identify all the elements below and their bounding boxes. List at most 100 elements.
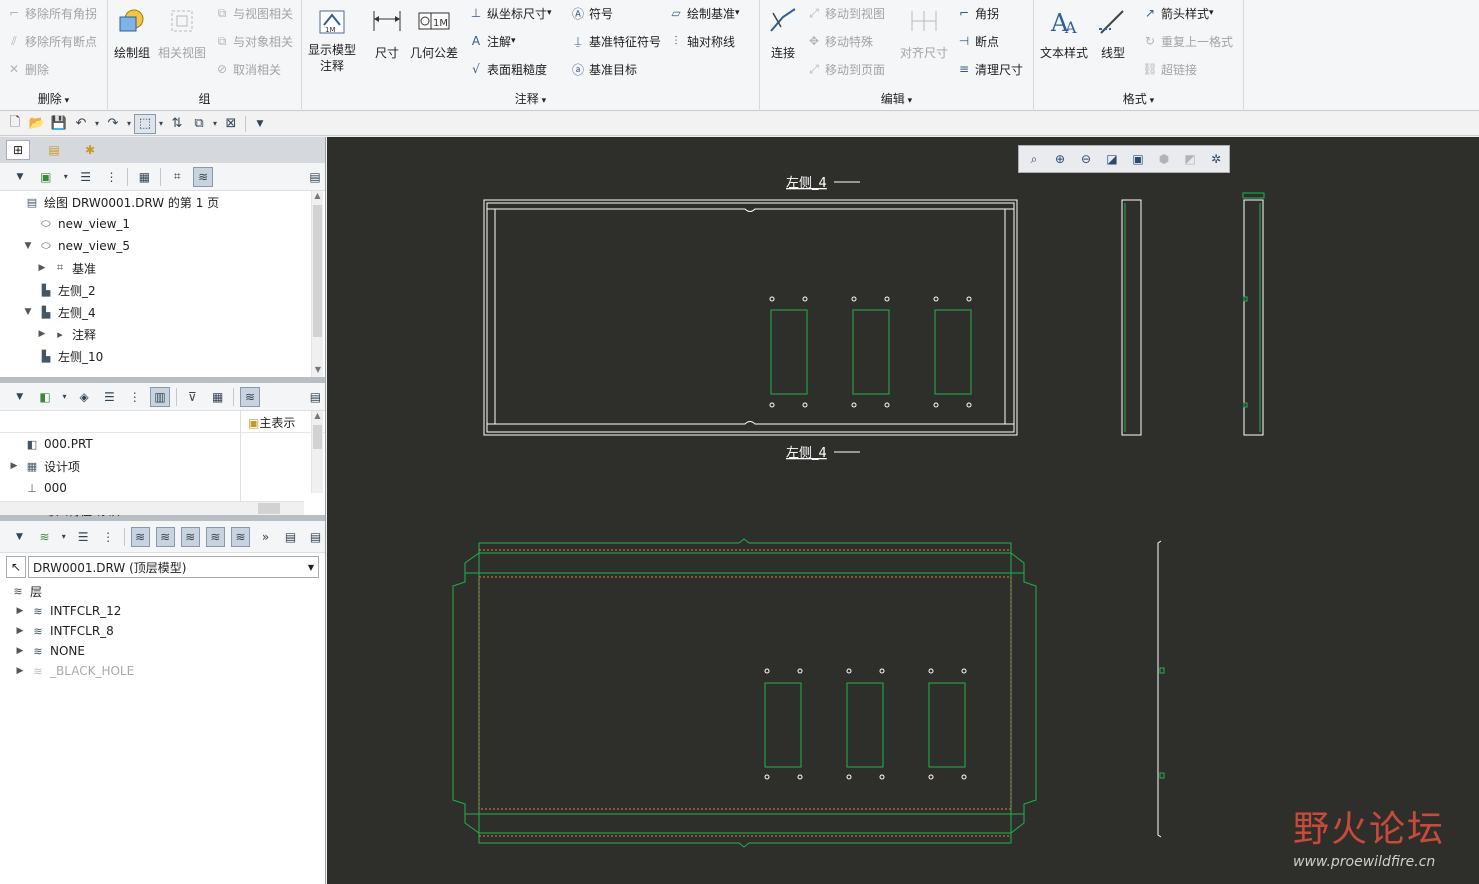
layer-item[interactable]: ▶ ≋ INTFCLR_8 [0, 621, 325, 641]
symbol-button[interactable]: Ⓐ 符号 [570, 2, 613, 24]
layer-model-dropdown[interactable]: DRW0001.DRW (顶层模型) ▼ [28, 556, 319, 578]
side-view-left[interactable] [1121, 199, 1142, 436]
draw-group-button[interactable]: 绘制组 [114, 4, 150, 61]
named-views-icon[interactable]: ◩ [1179, 148, 1201, 170]
collapse-all-icon[interactable]: ⋮ [102, 167, 122, 187]
view-frame-icon[interactable]: ⌗ [167, 167, 187, 187]
delete-button[interactable]: ✕ 删除 [6, 58, 49, 80]
new-file-icon[interactable]: 🗋 [4, 114, 26, 134]
column-header-main-rep[interactable]: ▣主表示 [248, 414, 295, 431]
layer-properties-icon[interactable]: ≋ [230, 526, 251, 547]
axis-symmetry-button[interactable]: ⫶ 轴对称线 [668, 30, 735, 52]
layer-item[interactable]: ▶ ≋ NONE [0, 641, 325, 661]
draft-datum-button[interactable]: ▱ 绘制基准 [668, 2, 740, 24]
unrelate-button[interactable]: ⊘ 取消相关 [214, 58, 281, 80]
selection-dropdown-icon[interactable]: ▾ [156, 114, 166, 134]
flat-pattern-view[interactable] [452, 538, 1037, 848]
columns-icon[interactable]: ▥ [150, 386, 170, 407]
scroll-down-icon[interactable]: ▼ [312, 365, 324, 377]
tree-twisty-icon[interactable]: ▼ [22, 307, 34, 317]
drawing-tree-icon[interactable]: ▣ [36, 167, 56, 187]
repeat-last-format-button[interactable]: ↻ 重复上一格式 [1142, 30, 1233, 52]
datum-target-button[interactable]: ⓐ 基准目标 [570, 58, 637, 80]
collapse-pane-icon[interactable]: ▼ [10, 167, 30, 187]
saved-views-icon[interactable]: ⬢ [1153, 148, 1175, 170]
view-label-top[interactable]: 左侧_4 [786, 176, 860, 191]
model-tree-hscrollbar[interactable] [0, 501, 304, 515]
group-label-annotate[interactable]: 注释 [302, 90, 759, 107]
move-special-button[interactable]: ✥ 移动特殊 [806, 30, 873, 52]
relate-to-object-button[interactable]: ⧉ 与对象相关 [214, 30, 293, 52]
model-tree-item[interactable]: ◧ 000.PRT [0, 433, 325, 455]
collapse-pane-icon[interactable]: ▼ [10, 527, 29, 547]
show-model-annotations-button[interactable]: 1M 显示模型 注释 [308, 4, 356, 74]
tree-twisty-icon[interactable]: ▶ [14, 646, 26, 656]
collapse-all-icon[interactable]: ⋮ [125, 387, 144, 407]
front-view-upper[interactable] [483, 199, 1018, 436]
hide-layer-icon[interactable]: ≋ [155, 526, 175, 547]
zoom-out-icon[interactable]: ⊖ [1075, 148, 1097, 170]
tree-twisty-icon[interactable]: ▶ [14, 606, 26, 616]
windows-icon[interactable]: ⧉ [188, 114, 210, 134]
layers-toggle-icon[interactable]: ≋ [193, 166, 214, 187]
geometric-tolerance-button[interactable]: 1M 几何公差 [410, 4, 458, 61]
flat-side-view[interactable] [1157, 540, 1165, 838]
drawing-tree-item[interactable]: ⬭ new_view_1 [0, 213, 325, 235]
dropdown-icon[interactable]: ▾ [61, 387, 69, 407]
drawing-tree-item[interactable]: ▶ ⌗ 基准 [0, 257, 325, 279]
tree-twisty-icon[interactable]: ▶ [14, 666, 26, 676]
tree-twisty-icon[interactable]: ▶ [14, 626, 26, 636]
windows-dropdown-icon[interactable]: ▾ [210, 114, 220, 134]
remove-all-breaks-button[interactable]: ⫽ 移除所有断点 [6, 30, 97, 52]
redo-dropdown-icon[interactable]: ▾ [124, 114, 134, 134]
select-pointer-icon[interactable]: ↖ [6, 556, 26, 578]
move-to-sheet-button[interactable]: ⤢ 移动到页面 [806, 58, 885, 80]
new-layer-icon[interactable]: ≋ [130, 526, 150, 547]
scroll-up-icon[interactable]: ▲ [312, 411, 323, 423]
arrow-style-button[interactable]: ↗ 箭头样式 [1142, 2, 1214, 24]
refit-icon[interactable]: ⌕ [1023, 148, 1045, 170]
show-sheets-icon[interactable]: ▦ [134, 167, 154, 187]
tree-twisty-icon[interactable]: ▼ [22, 241, 34, 251]
drawing-tree-scrollbar[interactable]: ▲ ▼ [311, 191, 323, 377]
scroll-up-icon[interactable]: ▲ [312, 191, 323, 203]
jog-button[interactable]: ⌐ 角拐 [956, 2, 999, 24]
layer-settings-icon[interactable]: ▤ [281, 527, 300, 547]
move-to-view-button[interactable]: ⤢ 移动到视图 [806, 2, 885, 24]
model-tree-item[interactable]: ▶ ▦ 设计项 [0, 455, 325, 477]
tab-favorites[interactable]: ✱ [78, 140, 102, 160]
cleanup-dimensions-button[interactable]: ≡ 清理尺寸 [956, 58, 1023, 80]
scroll-thumb[interactable] [313, 425, 322, 449]
remove-all-jogs-button[interactable]: ⌐ 移除所有角拐 [6, 2, 97, 24]
tab-model-tree[interactable]: ⊞ [6, 140, 30, 160]
expand-all-icon[interactable]: ☰ [76, 167, 96, 187]
close-window-icon[interactable]: ⊠ [220, 114, 242, 134]
drawing-sheet[interactable]: 左侧_4 左侧_4 [327, 137, 1479, 884]
related-view-button[interactable]: 相关视图 [158, 4, 206, 61]
relate-to-view-button[interactable]: ⧉ 与视图相关 [214, 2, 293, 24]
drawing-tree-item[interactable]: ▼ ⬭ new_view_5 [0, 235, 325, 257]
show-feature-icon[interactable]: ◈ [74, 387, 93, 407]
tree-twisty-icon[interactable]: ▶ [8, 461, 20, 471]
tree-twisty-icon[interactable]: ▶ [36, 263, 48, 273]
selection-box-icon[interactable]: ⬚ [134, 113, 156, 134]
align-dimension-button[interactable]: 对齐尺寸 [900, 4, 948, 61]
more-tools-icon[interactable]: » [256, 527, 275, 547]
tab-folder-browser[interactable]: ▤ [42, 140, 66, 160]
layer-item[interactable]: ▶ ≋ _BLACK_HOLE [0, 661, 325, 681]
expand-all-icon[interactable]: ☰ [100, 387, 119, 407]
break-button[interactable]: ⊣ 断点 [956, 30, 999, 52]
scroll-thumb[interactable] [313, 205, 322, 337]
collapse-pane-icon[interactable]: ▼ [10, 387, 29, 407]
filter-icon[interactable]: ⊽ [183, 387, 202, 407]
hyperlink-button[interactable]: ⛓ 超链接 [1142, 58, 1197, 80]
pane-settings-icon[interactable]: ▤ [305, 167, 325, 187]
dimension-button[interactable]: 尺寸 [370, 4, 404, 61]
layer-icon[interactable]: ≋ [35, 527, 54, 547]
display-style-icon[interactable]: ▣ [1127, 148, 1149, 170]
side-view-right[interactable] [1242, 192, 1265, 436]
expand-all-icon[interactable]: ☰ [74, 527, 93, 547]
drawing-tree-item[interactable]: ▙ 左侧_2 [0, 279, 325, 301]
group-label-delete[interactable]: 删除 [0, 90, 107, 107]
hscroll-thumb[interactable] [258, 503, 280, 514]
